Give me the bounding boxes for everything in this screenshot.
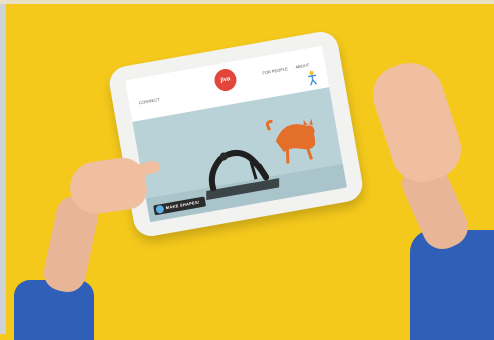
right-hand (365, 54, 469, 190)
nav-about-link[interactable]: ABOUT (295, 62, 309, 69)
top-edge-strip (0, 0, 494, 4)
jumping-figure-icon (308, 70, 318, 86)
cartoon-cat (266, 118, 316, 164)
app-logo[interactable]: jiva (212, 67, 239, 93)
nav-for-people-link[interactable]: FOR PEOPLE (262, 66, 288, 75)
tablet-screen: CONNECT jiva FOR PEOPLE ABOUT MAKE SHAPE… (125, 45, 347, 223)
badge-dot-icon (155, 204, 165, 214)
nav-right-links: FOR PEOPLE ABOUT (262, 62, 309, 75)
photo-scene: CONNECT jiva FOR PEOPLE ABOUT MAKE SHAPE… (0, 0, 494, 340)
tablet-device: CONNECT jiva FOR PEOPLE ABOUT MAKE SHAPE… (106, 29, 366, 239)
nav-connect-link[interactable]: CONNECT (139, 97, 161, 106)
left-edge-strip (0, 0, 6, 334)
